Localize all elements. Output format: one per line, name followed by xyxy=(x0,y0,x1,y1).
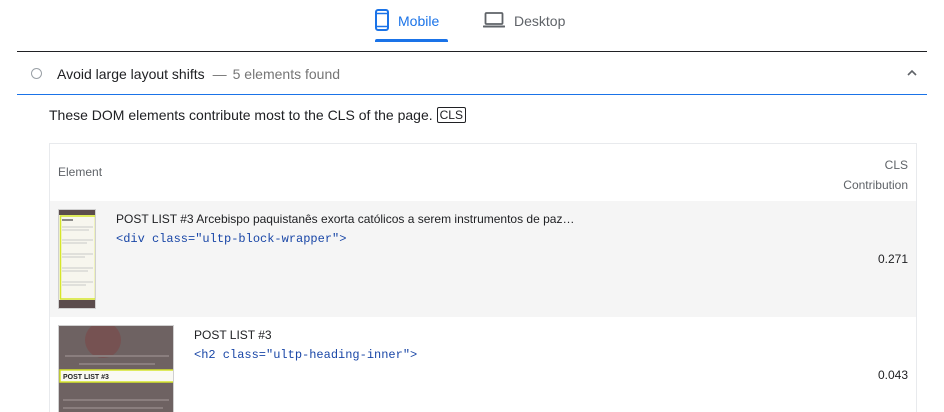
audit-title: Avoid large layout shifts xyxy=(57,66,205,82)
column-header-element: Element xyxy=(58,165,103,179)
table-row[interactable]: POST LIST #3 POST LIST #3 <h2 class="ult… xyxy=(50,317,916,412)
tab-desktop[interactable]: Desktop xyxy=(483,0,578,42)
audit-layout-shifts: Avoid large layout shifts — 5 elements fou… xyxy=(17,51,927,412)
table-header: Element CLS Contribution xyxy=(50,144,916,201)
tab-mobile-label: Mobile xyxy=(398,13,440,29)
audit-description-text: These DOM elements contribute most to th… xyxy=(49,107,433,123)
neutral-circle-icon xyxy=(31,68,42,79)
device-tabs: Mobile Desktop xyxy=(0,0,944,42)
table-row[interactable]: POST LIST #3 Arcebispo paquistanês exort… xyxy=(50,201,916,317)
audit-description: These DOM elements contribute most to th… xyxy=(49,107,466,123)
node-snippet: <h2 class="ultp-heading-inner"> xyxy=(194,348,418,362)
column-header-cls-line1: CLS xyxy=(884,158,908,172)
node-label: POST LIST #3 xyxy=(194,328,272,342)
element-screenshot-thumbnail[interactable]: POST LIST #3 xyxy=(58,325,174,412)
laptop-icon xyxy=(483,11,505,31)
column-header-cls: CLS Contribution xyxy=(843,155,908,195)
tab-mobile[interactable]: Mobile xyxy=(375,0,448,42)
smartphone-icon xyxy=(375,8,389,34)
audit-separator: — xyxy=(212,66,227,82)
audit-header[interactable]: Avoid large layout shifts — 5 elements fou… xyxy=(17,52,927,95)
cls-contribution-value: 0.271 xyxy=(877,252,908,266)
thumbnail-highlight-text: POST LIST #3 xyxy=(63,374,109,381)
cls-contribution-value: 0.043 xyxy=(877,368,908,382)
element-screenshot-thumbnail[interactable] xyxy=(58,209,96,309)
cls-badge: CLS xyxy=(436,107,466,123)
audit-title-line: Avoid large layout shifts — 5 elements fou… xyxy=(57,66,340,82)
chevron-up-icon[interactable] xyxy=(905,66,919,80)
column-header-cls-line2: Contribution xyxy=(843,178,908,192)
node-label: POST LIST #3 Arcebispo paquistanês exort… xyxy=(116,212,575,226)
tab-desktop-label: Desktop xyxy=(514,13,566,29)
node-snippet: <div class="ultp-block-wrapper"> xyxy=(116,232,347,246)
details-table: Element CLS Contribution POST LIST #3 Ar… xyxy=(49,143,917,412)
audit-display-value: 5 elements found xyxy=(232,66,341,82)
